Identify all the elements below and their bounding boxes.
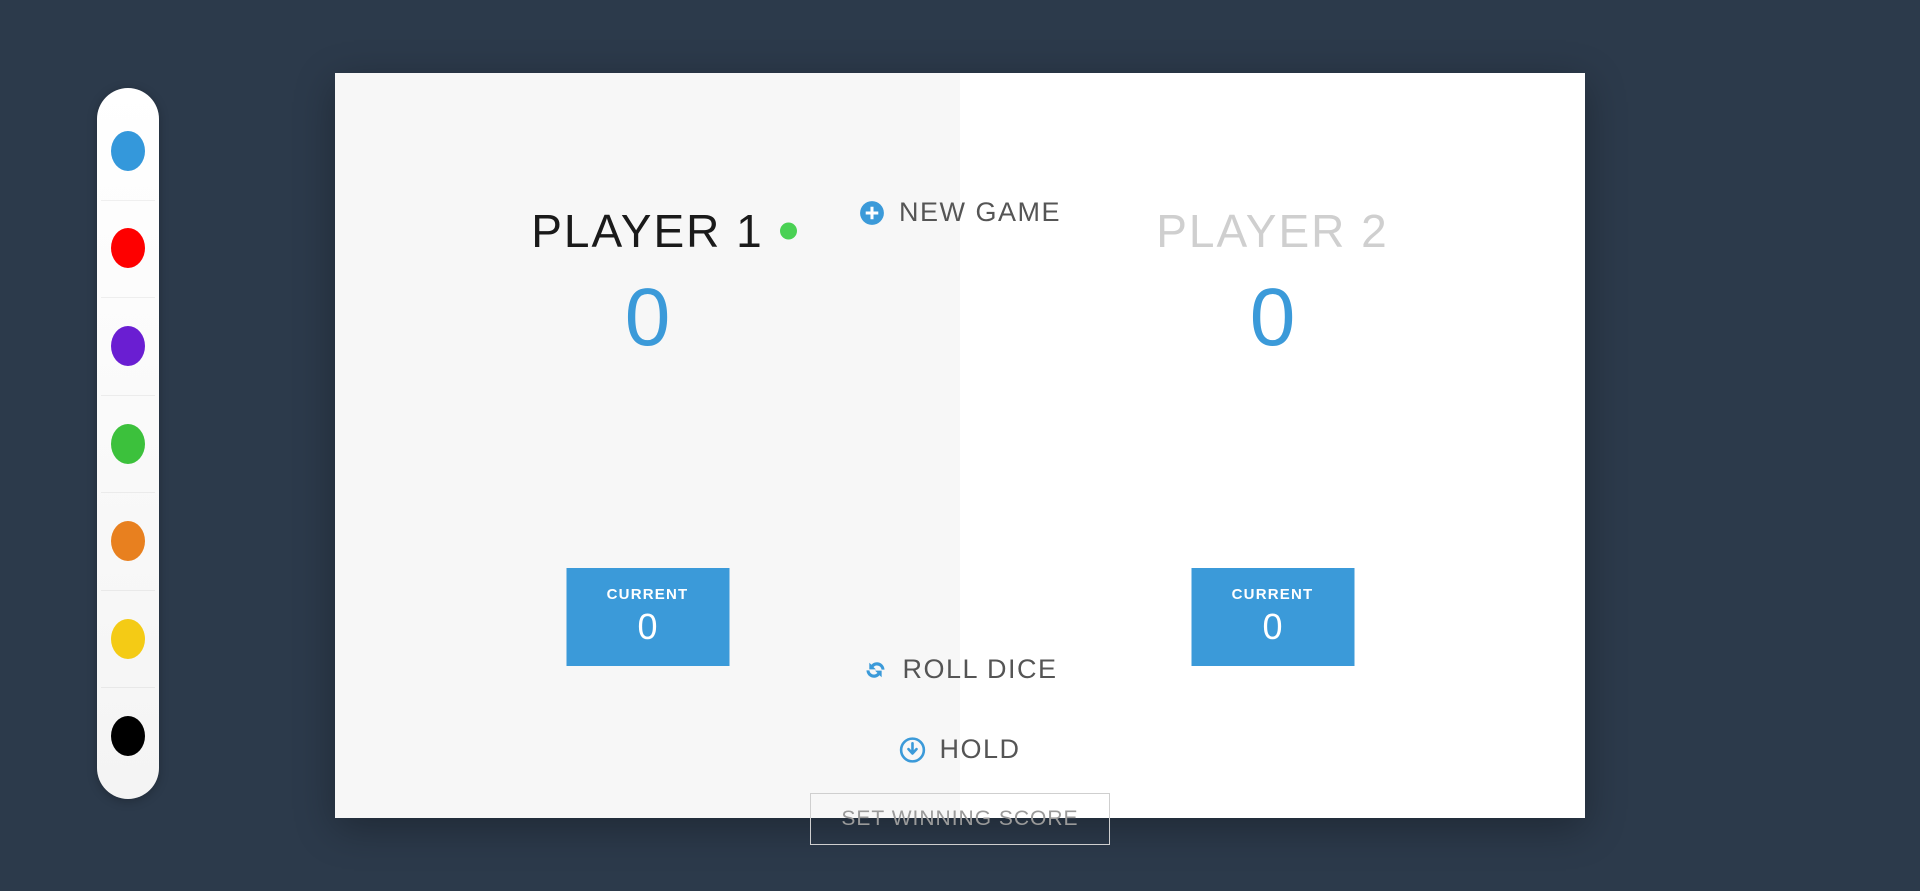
new-game-label: NEW GAME [898, 197, 1062, 227]
winning-score-input[interactable] [810, 793, 1110, 845]
swatch-dot-black [111, 716, 145, 757]
player-panel-2: PLAYER 2 0 CURRENT 0 [960, 73, 1585, 818]
plus-circle-icon [859, 200, 885, 226]
player-1-current-score: 0 [637, 606, 658, 647]
player-1-current-box: CURRENT 0 [566, 568, 729, 666]
player-2-total-score: 0 [1249, 272, 1296, 363]
player-2-current-box: CURRENT 0 [1191, 568, 1354, 666]
color-picker-sidebar[interactable] [97, 88, 159, 799]
color-swatch-green[interactable] [97, 394, 159, 493]
player-1-name: PLAYER 1 [531, 205, 764, 257]
arrow-down-circle-icon [899, 736, 926, 763]
player-2-name: PLAYER 2 [1156, 205, 1389, 257]
swatch-dot-yellow [111, 618, 145, 659]
refresh-icon [862, 657, 888, 683]
swatch-dot-red [111, 228, 145, 269]
player-2-current-label: CURRENT [1231, 586, 1314, 603]
game-panel: PLAYER 1 0 CURRENT 0 PLAYER 2 0 CURRENT … [335, 73, 1585, 845]
swatch-dot-blue [111, 130, 145, 171]
player-2-current-score: 0 [1262, 606, 1283, 647]
color-swatch-purple[interactable] [97, 297, 159, 395]
color-swatch-yellow[interactable] [97, 589, 159, 688]
player-1-total-score: 0 [624, 272, 671, 363]
player-1-current-label: CURRENT [606, 586, 689, 603]
roll-dice-label: ROLL DICE [902, 654, 1058, 684]
swatch-dot-green [111, 423, 145, 464]
hold-button[interactable]: HOLD [889, 728, 1030, 771]
color-swatch-black[interactable] [97, 687, 159, 785]
color-swatch-red[interactable] [97, 199, 159, 298]
color-swatch-blue[interactable] [97, 102, 159, 200]
color-swatch-orange[interactable] [97, 492, 159, 590]
active-turn-dot [779, 222, 797, 240]
swatch-dot-purple [111, 325, 145, 366]
swatch-dot-orange [111, 521, 145, 562]
new-game-button[interactable]: NEW GAME [849, 191, 1071, 234]
roll-dice-button[interactable]: ROLL DICE [852, 648, 1067, 691]
player-panel-1: PLAYER 1 0 CURRENT 0 [335, 73, 960, 818]
hold-label: HOLD [939, 734, 1021, 764]
